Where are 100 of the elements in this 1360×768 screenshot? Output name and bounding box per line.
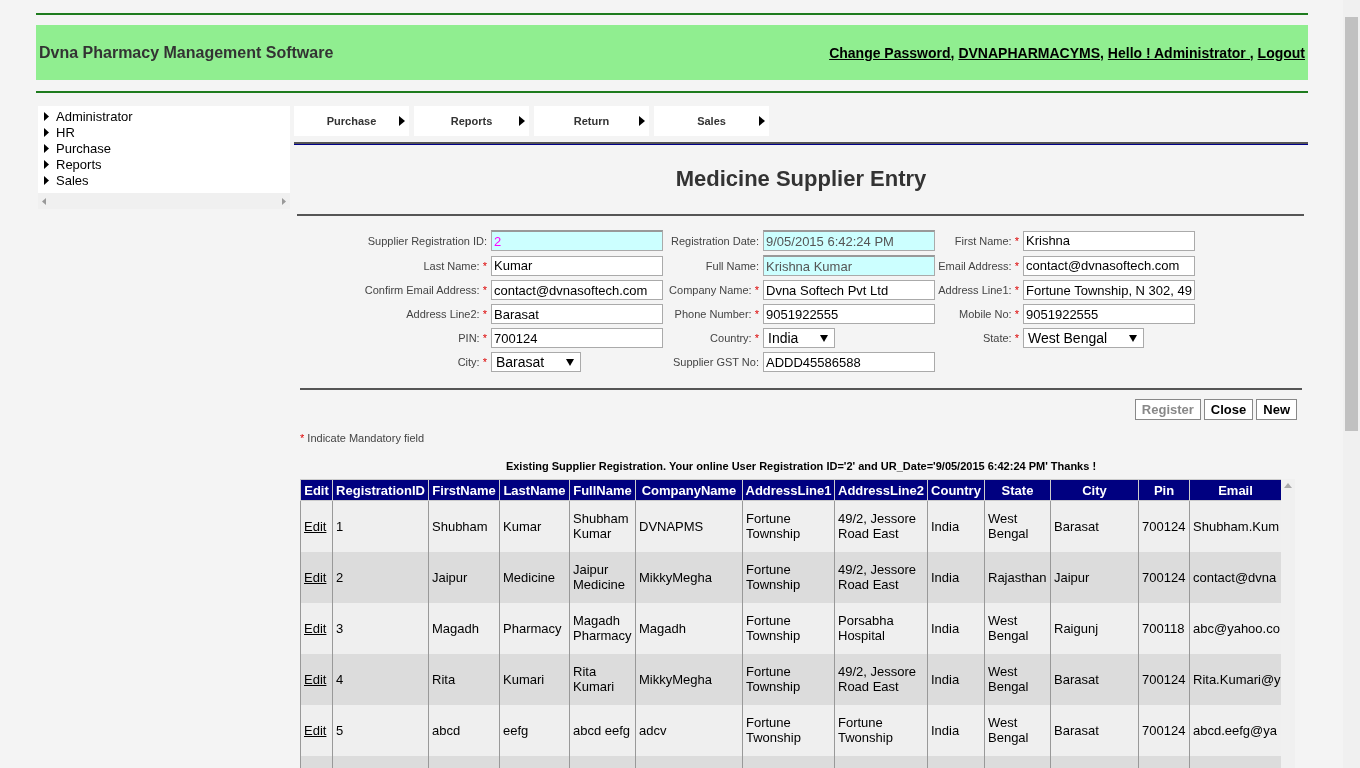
action-button[interactable]: Close [1203, 399, 1254, 420]
tree-item[interactable]: Reports [44, 156, 290, 172]
table-cell: Shubham [428, 500, 500, 552]
field-label: Mobile No: * [958, 308, 1020, 320]
page-title: Medicine Supplier Entry [674, 166, 928, 192]
field-label: Email Address: * [937, 259, 1020, 272]
edit-link[interactable]: Edit [304, 620, 327, 636]
table-cell: West Bengal [984, 500, 1051, 552]
dropdown[interactable]: Barasat [491, 352, 582, 372]
table-cell: adcv [635, 704, 743, 756]
input-field[interactable]: 9/05/2015 6:42:24 PM [763, 230, 935, 251]
table-cell: West Bengal [984, 704, 1051, 756]
edit-link[interactable]: Edit [304, 518, 327, 534]
table-cell: Magadh Pharmacy [569, 602, 636, 654]
table-cell: Medicine [499, 551, 570, 603]
edit-link[interactable]: Edit [304, 671, 327, 687]
scrollbar[interactable] [38, 193, 290, 209]
input-field[interactable]: contact@dvnasoftech.com [491, 280, 663, 300]
header-link[interactable]: Logout [1257, 44, 1305, 61]
table-cell: abcd eefg [569, 704, 636, 756]
column-header: FirstName [428, 479, 500, 501]
table-cell: Barasat [1050, 704, 1139, 756]
table-cell: India [927, 653, 985, 705]
table-cell: 2 [332, 551, 429, 603]
column-header: Email [1189, 479, 1282, 501]
tree-item[interactable]: Administrator [44, 108, 290, 124]
edit-link[interactable]: Edit [304, 569, 327, 585]
table-cell: Kumari [499, 653, 570, 705]
edit-link[interactable]: Edit [304, 722, 327, 738]
field-label: Last Name: * [422, 259, 488, 272]
column-header: AddressLine1 [742, 479, 835, 501]
table-cell: Shubham Kumar [569, 500, 636, 552]
table-cell: Fortune Twonship [742, 704, 835, 756]
header-link[interactable]: DVNAPHARMACYMS, [958, 44, 1104, 61]
input-field[interactable]: 700124 [491, 328, 663, 348]
column-header: City [1050, 479, 1139, 501]
input-field[interactable]: 9051922555 [1023, 304, 1195, 324]
table-cell: 49/2, Jessore Road East [834, 653, 928, 705]
input-field[interactable]: ADDD45586588 [763, 352, 935, 372]
table-cell: Fortune Township [742, 551, 835, 603]
tree-item[interactable]: HR [44, 124, 290, 140]
table-cell: Porsabha Hospital [834, 602, 928, 654]
triangle-icon [519, 116, 525, 126]
input-field[interactable]: Krishna [1023, 230, 1195, 251]
triangle-icon [639, 116, 645, 126]
column-header: AddressLine2 [834, 479, 928, 501]
menu-item[interactable]: Purchase [294, 106, 409, 136]
field-label: Full Name: [704, 259, 760, 272]
table-cell: eefg [499, 704, 570, 756]
scroll-up-icon[interactable] [1284, 483, 1292, 488]
dropdown[interactable]: West Bengal [1023, 328, 1145, 348]
input-field[interactable]: Fortune Township, N 302, 49 [1023, 280, 1195, 300]
input-field[interactable]: Krishna Kumar [763, 255, 935, 276]
table-cell: MikkyMegha [635, 653, 743, 705]
table-cell: 49/2, Jessore Road East [834, 551, 928, 603]
input-field[interactable]: Barasat [491, 304, 663, 324]
field-label: PIN: * [457, 332, 488, 344]
table-cell: Magadh [428, 602, 500, 654]
scrollbar[interactable] [1343, 0, 1360, 768]
caret-icon [820, 334, 829, 342]
menu-item[interactable]: Reports [414, 106, 529, 136]
header-link[interactable]: Hello ! Administrator , [1107, 44, 1254, 61]
field-label: Country: * [709, 332, 760, 344]
table-cell: 49/2, Jessore Road East [834, 500, 928, 552]
table-cell: 1 [332, 500, 429, 552]
table-cell: Jaipur [1050, 551, 1139, 603]
input-field[interactable]: contact@dvnasoftech.com [1023, 255, 1195, 276]
column-header: RegistrationID [332, 479, 429, 501]
action-button[interactable]: New [1256, 399, 1297, 420]
header-link[interactable]: Change Password, [829, 44, 955, 61]
table-cell: Barasat [1050, 500, 1139, 552]
table-cell: Jaipur [428, 551, 500, 603]
column-header: FullName [569, 479, 636, 501]
input-field[interactable]: Kumar [491, 255, 663, 276]
scrollbar[interactable] [1281, 479, 1295, 768]
menu-item[interactable]: Sales [654, 106, 769, 136]
field-label: Phone Number: * [673, 308, 760, 320]
table-cell: Fortune Twonship [834, 704, 928, 756]
table-cell: 700118 [1138, 602, 1190, 654]
table-cell: West Bengal [984, 653, 1051, 705]
dropdown[interactable]: India [763, 328, 836, 348]
field-label: Company Name: * [668, 284, 760, 296]
table-cell: 700124 [1138, 551, 1190, 603]
table-cell: Pharmacy [499, 602, 570, 654]
field-label: Registration Date: [669, 234, 760, 247]
table-cell: 700124 [1138, 500, 1190, 552]
input-field[interactable]: 9051922555 [763, 304, 935, 324]
field-label: Confirm Email Address: * [363, 284, 488, 296]
menu-item[interactable]: Return [534, 106, 649, 136]
input-field[interactable]: Dvna Softech Pvt Ltd [763, 280, 935, 300]
scroll-left-icon[interactable] [42, 197, 46, 205]
table-cell: 700124 [1138, 653, 1190, 705]
field-label: Supplier Registration ID: [366, 234, 488, 247]
table-cell: Fortune Township [742, 653, 835, 705]
tree-item[interactable]: Purchase [44, 140, 290, 156]
table-cell: Fortune Township [742, 500, 835, 552]
scroll-right-icon[interactable] [282, 197, 286, 205]
table-cell: Fortune Township [742, 602, 835, 654]
tree-item[interactable]: Sales [44, 172, 290, 188]
table-cell: Kumar [499, 500, 570, 552]
